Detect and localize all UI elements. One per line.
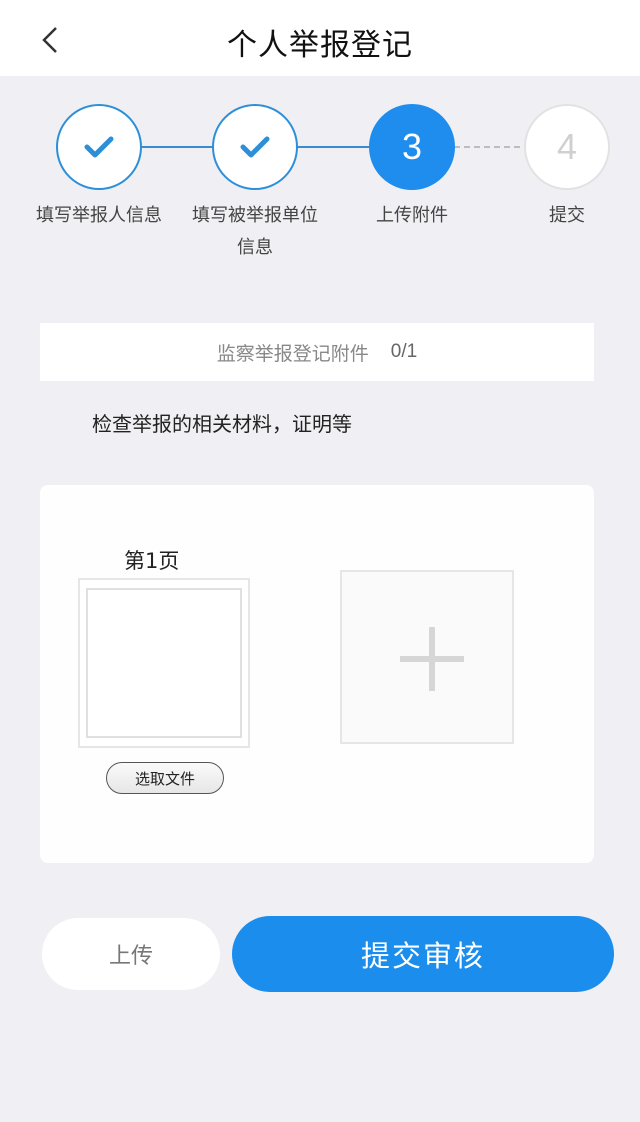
upload-button[interactable]: 上传 bbox=[42, 918, 220, 990]
attachment-header: 监察举报登记附件 0/1 bbox=[40, 323, 594, 381]
progress-stepper: 3 4 填写举报人信息 填写被举报单位 信息 上传附件 提交 bbox=[0, 76, 640, 276]
choose-file-button[interactable]: 选取文件 bbox=[106, 762, 224, 794]
page-label: 第1页 bbox=[124, 549, 180, 573]
step-connector-pending bbox=[454, 146, 530, 148]
checkmark-icon bbox=[240, 136, 270, 158]
step-4-label: 提交 bbox=[549, 205, 585, 226]
checkmark-icon bbox=[84, 136, 114, 158]
add-page-button[interactable] bbox=[340, 570, 514, 744]
file-preview[interactable] bbox=[78, 578, 250, 748]
page-title: 个人举报登记 bbox=[227, 28, 413, 63]
step-connector bbox=[296, 146, 372, 148]
step-connector bbox=[140, 146, 216, 148]
step-4-circle: 4 bbox=[524, 104, 610, 190]
submit-review-button[interactable]: 提交审核 bbox=[232, 916, 614, 992]
attachment-description: 检查举报的相关材料，证明等 bbox=[92, 412, 352, 436]
attachment-title: 监察举报登记附件 bbox=[216, 342, 369, 365]
step-3-circle: 3 bbox=[369, 104, 455, 190]
step-1-label: 填写举报人信息 bbox=[36, 205, 162, 226]
file-preview-frame bbox=[86, 588, 242, 738]
step-2-label: 填写被举报单位 信息 bbox=[192, 205, 318, 258]
attachment-count: 0/1 bbox=[390, 341, 418, 362]
step-1-circle bbox=[56, 104, 142, 190]
step-3-label: 上传附件 bbox=[376, 205, 448, 226]
nav-bar: 个人举报登记 bbox=[0, 0, 640, 76]
step-2-circle bbox=[212, 104, 298, 190]
